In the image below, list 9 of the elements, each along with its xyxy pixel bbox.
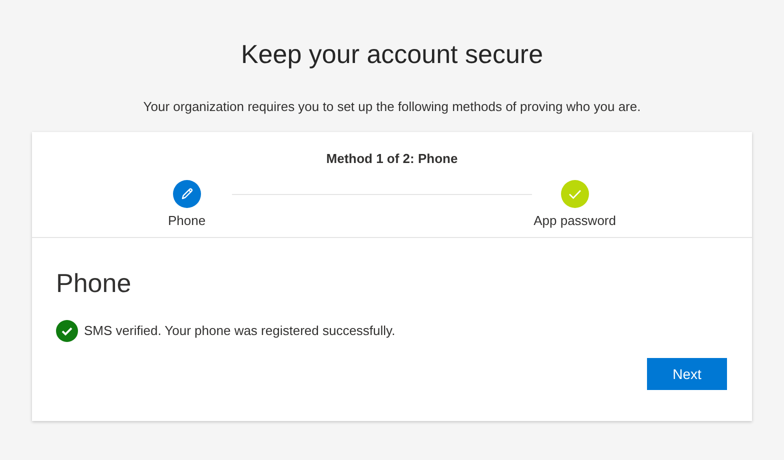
success-icon <box>56 320 78 342</box>
section-heading: Phone <box>56 267 132 300</box>
success-message: SMS verified. Your phone was registered successfully. <box>84 322 396 340</box>
progress-label: Method 1 of 2: Phone <box>326 150 458 168</box>
step-label: App password <box>534 212 616 230</box>
step-label: Phone <box>168 212 206 230</box>
next-button[interactable]: Next <box>647 358 727 390</box>
page-title: Keep your account secure <box>240 38 544 71</box>
page-subtitle: Your organization requires you to set up the following methods of proving who you are. <box>143 98 641 116</box>
